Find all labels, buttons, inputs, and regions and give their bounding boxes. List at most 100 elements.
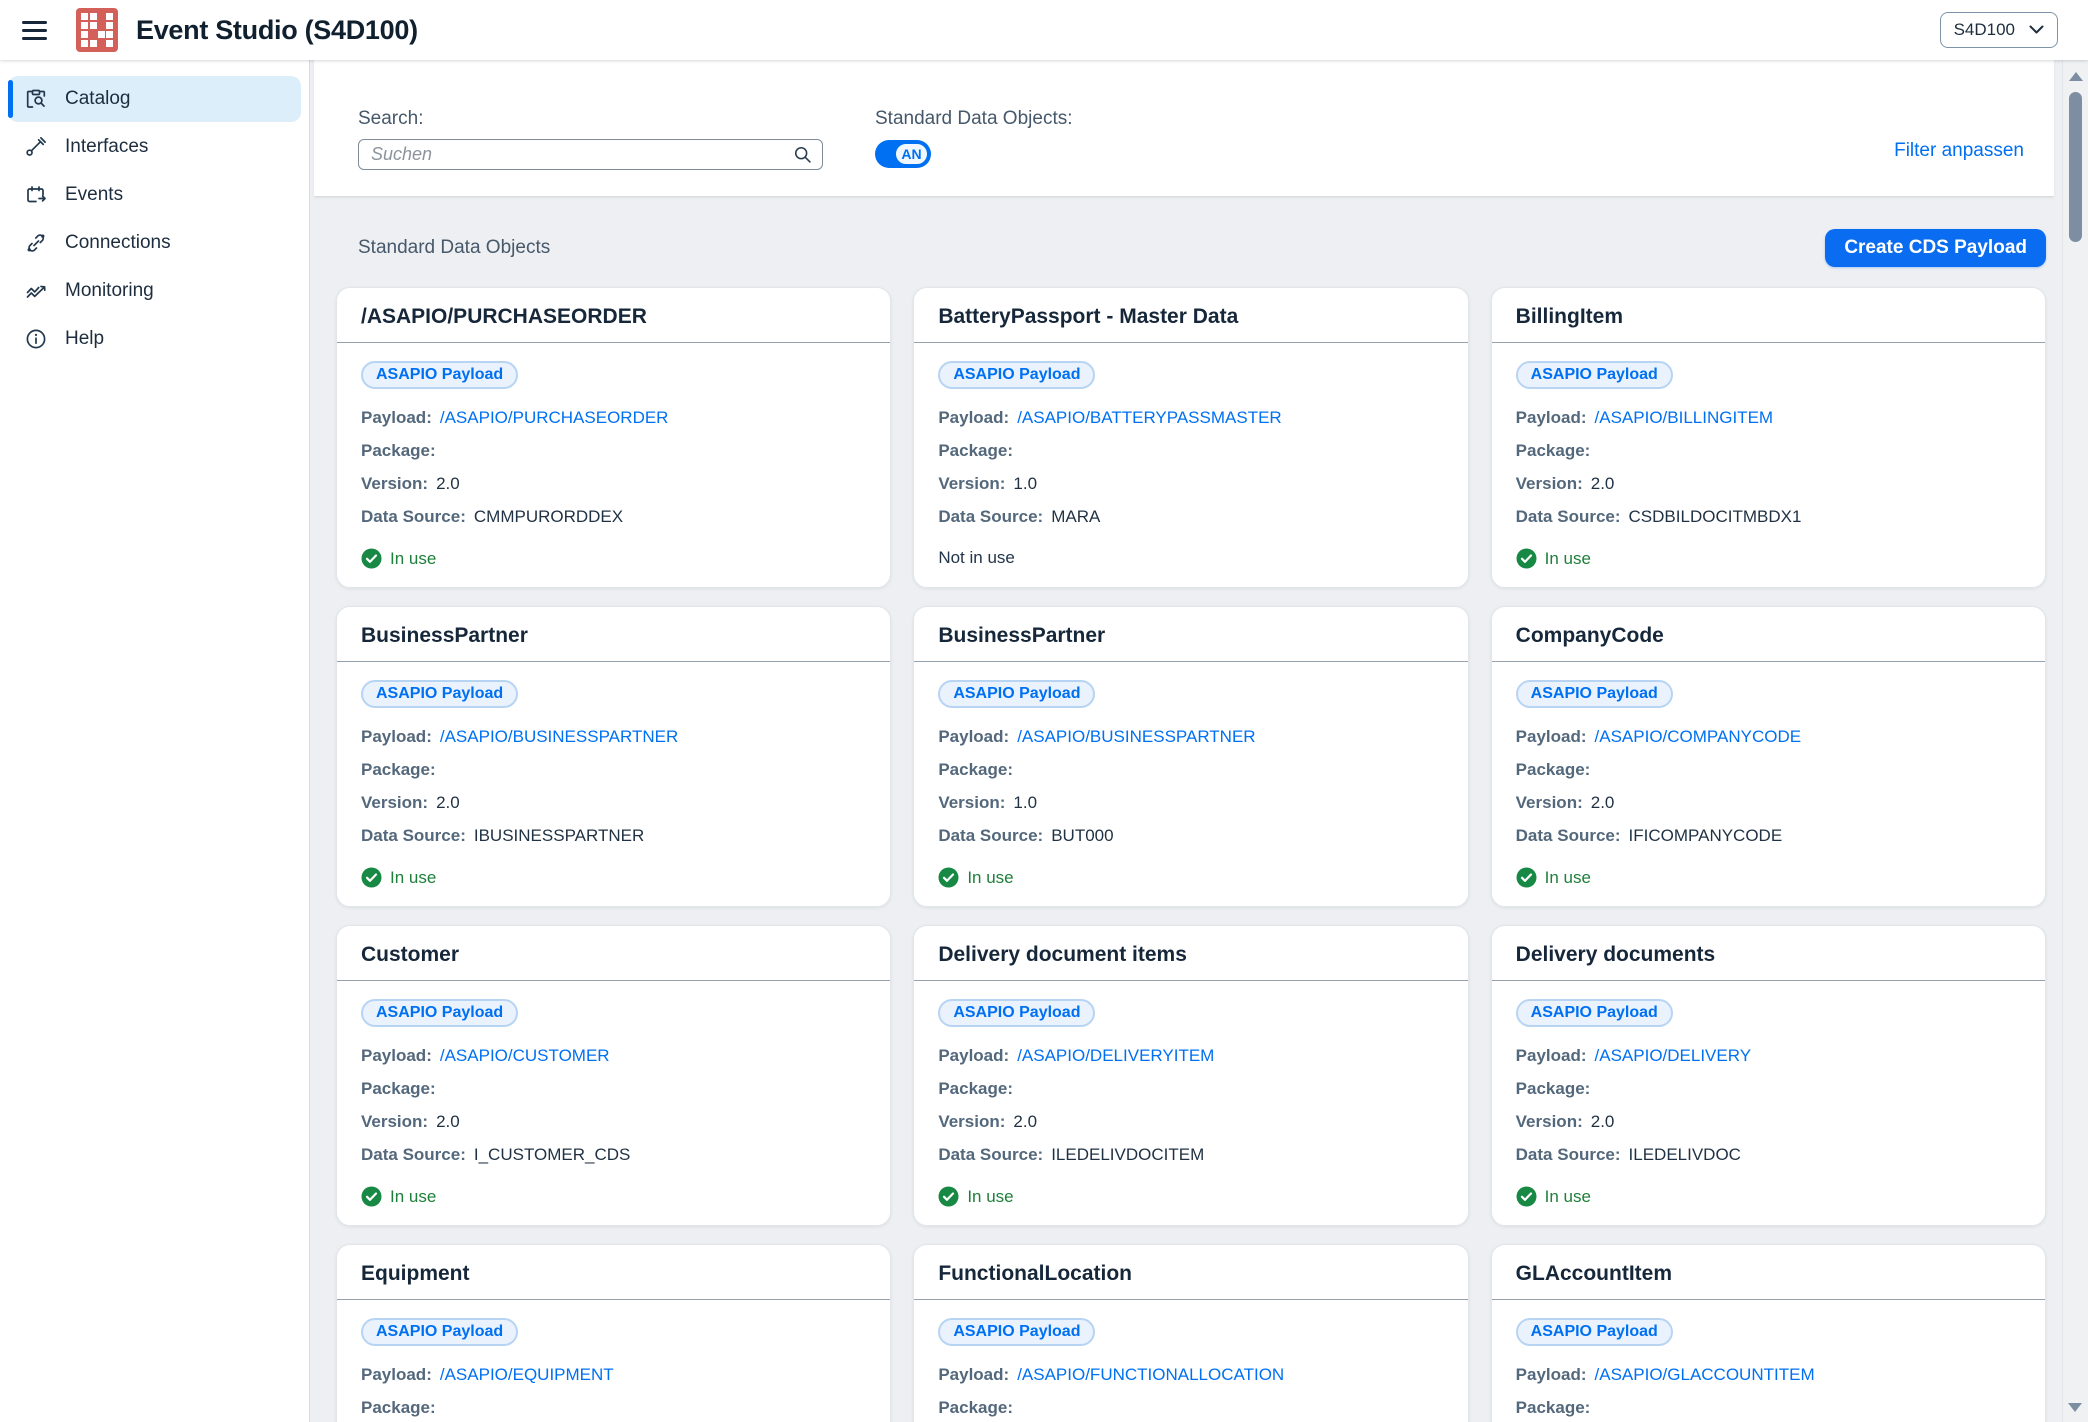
filter-anpassen-link[interactable]: Filter anpassen [1894,108,2024,162]
asapio-payload-badge: ASAPIO Payload [361,1318,518,1346]
payload-label: Payload: [1516,727,1587,746]
version-row: Version: 2.0 [1516,1112,2021,1132]
sidebar-item-label: Events [65,184,123,206]
payload-link[interactable]: /ASAPIO/PURCHASEORDER [440,408,669,427]
version-row: Version:2.0 [361,1112,866,1132]
payload-row: Payload:/ASAPIO/BUSINESSPARTNER [361,727,866,747]
payload-label: Payload: [361,1046,432,1065]
data-object-card: BusinessPartner ASAPIO Payload Payload:/… [336,606,891,907]
standard-data-objects-toggle[interactable]: AN [875,140,931,168]
data-source-value: I_CUSTOMER_CDS [474,1145,631,1164]
catalog-icon [24,87,48,111]
status-text: In use [390,549,436,569]
version-label: Version: [1516,1112,1583,1131]
menu-icon[interactable] [22,21,52,40]
data-source-label: Data Source: [938,826,1043,845]
create-cds-payload-button[interactable]: Create CDS Payload [1825,229,2046,267]
card-title: BillingItem [1516,305,2021,329]
standard-data-objects-label: Standard Data Objects: [875,108,1073,130]
data-object-card: FunctionalLocation ASAPIO Payload Payloa… [913,1244,1468,1422]
vertical-scrollbar[interactable] [2062,60,2088,1422]
check-circle-icon [938,867,959,888]
version-value: 2.0 [1591,1112,1615,1131]
status-row: In use [361,548,866,569]
payload-row: Payload: /ASAPIO/PURCHASEORDER [361,408,866,428]
payload-row: Payload:/ASAPIO/BATTERYPASSMASTER [938,408,1443,428]
data-source-value: MARA [1051,507,1100,526]
package-label: Package: [1516,1398,1591,1417]
check-circle-icon [361,867,382,888]
payload-link[interactable]: /ASAPIO/BUSINESSPARTNER [1017,727,1255,746]
version-label: Version: [361,793,428,812]
search-input[interactable] [358,139,823,170]
data-object-card: BusinessPartner ASAPIO Payload Payload:/… [913,606,1468,907]
payload-link[interactable]: /ASAPIO/CUSTOMER [440,1046,610,1065]
payload-link[interactable]: /ASAPIO/BATTERYPASSMASTER [1017,408,1282,427]
data-source-label: Data Source: [938,1145,1043,1164]
check-circle-icon [1516,1186,1537,1207]
data-source-value: BUT000 [1051,826,1113,845]
package-row: Package: [938,760,1443,780]
asapio-payload-badge: ASAPIO Payload [1516,361,1673,389]
card-title: Customer [361,943,866,967]
payload-link[interactable]: /ASAPIO/DELIVERYITEM [1017,1046,1214,1065]
sidebar-item-monitoring[interactable]: Monitoring [8,268,301,314]
payload-link[interactable]: /ASAPIO/FUNCTIONALLOCATION [1017,1365,1284,1384]
payload-link[interactable]: /ASAPIO/BUSINESSPARTNER [440,727,678,746]
data-source-value: CSDBILDOCITMBDX1 [1629,507,1802,526]
sidebar-item-catalog[interactable]: Catalog [8,76,301,122]
package-row: Package: [938,1398,1443,1418]
version-value: 2.0 [436,793,460,812]
status-text: In use [1545,1187,1591,1207]
payload-link[interactable]: /ASAPIO/DELIVERY [1595,1046,1752,1065]
filter-bar: Search: Standard Data Objects: AN Filter… [314,60,2054,197]
data-source-label: Data Source: [361,826,466,845]
data-source-row: Data Source:CMMPURORDDEX [361,507,866,527]
card-title: Delivery document items [938,943,1443,967]
status-row: In use [1516,548,2021,569]
data-source-row: Data Source:IFICOMPANYCODE [1516,826,2021,846]
data-source-label: Data Source: [938,507,1043,526]
card-title: BusinessPartner [361,624,866,648]
sidebar-item-connections[interactable]: Connections [8,220,301,266]
package-row: Package: [361,1398,866,1418]
version-row: Version:1.0 [938,793,1443,813]
package-row: Package: [361,1079,866,1099]
data-object-card: Customer ASAPIO Payload Payload:/ASAPIO/… [336,925,891,1226]
sidebar-item-help[interactable]: Help [8,316,301,362]
status-row: In use [1516,867,2021,888]
scrollbar-thumb[interactable] [2069,92,2082,242]
search-icon[interactable] [792,144,813,165]
status-row: In use [361,867,866,888]
data-source-value: IBUSINESSPARTNER [474,826,644,845]
card-title: FunctionalLocation [938,1262,1443,1286]
version-value: 2.0 [1013,1112,1037,1131]
status-row: In use [938,867,1443,888]
scroll-down-arrow-icon[interactable] [2068,1403,2082,1412]
payload-label: Payload: [361,408,432,427]
asapio-payload-badge: ASAPIO Payload [938,361,1095,389]
data-object-card: /ASAPIO/PURCHASEORDER ASAPIO Payload Pay… [336,287,891,588]
payload-link[interactable]: /ASAPIO/COMPANYCODE [1595,727,1802,746]
package-row: Package: [361,441,866,461]
card-title: Equipment [361,1262,866,1286]
data-object-card: BatteryPassport - Master Data ASAPIO Pay… [913,287,1468,588]
sidebar-item-label: Help [65,328,104,350]
scroll-up-arrow-icon[interactable] [2069,72,2083,81]
sidebar-item-interfaces[interactable]: Interfaces [8,124,301,170]
status-text: In use [967,868,1013,888]
sidebar-item-events[interactable]: Events [8,172,301,218]
data-source-label: Data Source: [361,1145,466,1164]
monitoring-icon [24,279,48,303]
package-label: Package: [938,441,1013,460]
system-select[interactable]: S4D100 [1940,12,2058,48]
payload-link[interactable]: /ASAPIO/BILLINGITEM [1595,408,1774,427]
status-text: In use [390,1187,436,1207]
payload-row: Payload:/ASAPIO/DELIVERY [1516,1046,2021,1066]
payload-link[interactable]: /ASAPIO/EQUIPMENT [440,1365,614,1384]
version-label: Version: [938,474,1005,493]
data-object-card: Equipment ASAPIO Payload Payload:/ASAPIO… [336,1244,891,1422]
package-label: Package: [361,1079,436,1098]
status-row: In use [1516,1186,2021,1207]
payload-link[interactable]: /ASAPIO/GLACCOUNTITEM [1595,1365,1815,1384]
